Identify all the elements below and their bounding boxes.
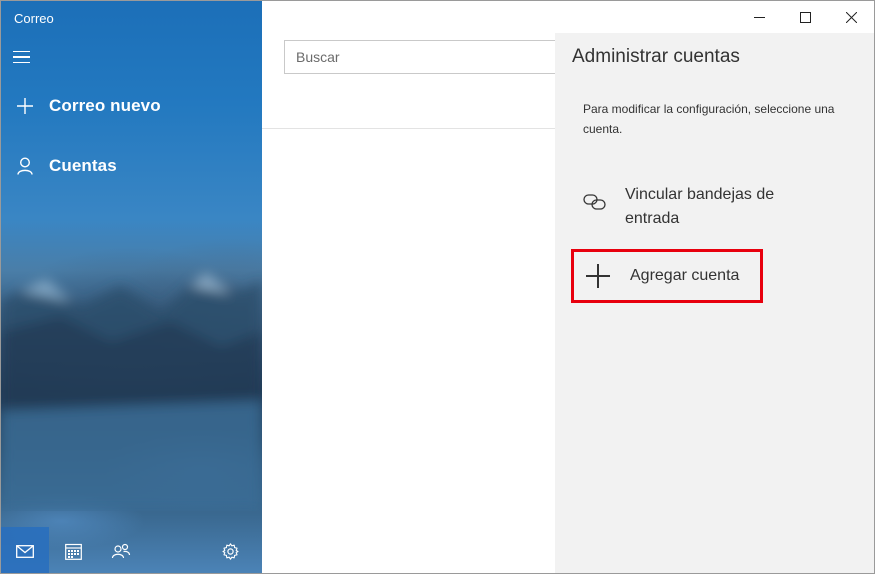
panel-description: Para modificar la configuración, selecci… — [583, 102, 835, 136]
hamburger-icon[interactable] — [13, 45, 39, 69]
accounts-button[interactable]: Cuentas — [1, 144, 262, 188]
plus-icon — [1, 98, 49, 114]
sidebar: Correo Correo nuevo Cuentas — [1, 1, 262, 573]
minimize-icon[interactable] — [736, 1, 782, 33]
bottom-app-bar — [1, 527, 262, 573]
close-icon[interactable] — [828, 1, 874, 33]
add-account-label: Agregar cuenta — [630, 267, 740, 284]
link-inboxes-label: Vincular bandejas de entrada — [625, 186, 775, 227]
people-icon[interactable] — [97, 527, 145, 573]
gear-icon[interactable] — [206, 527, 254, 573]
mountain-background — [1, 273, 262, 511]
maximize-icon[interactable] — [782, 1, 828, 33]
link-icon — [583, 193, 607, 216]
panel-title: Administrar cuentas — [572, 46, 740, 67]
link-inboxes-button[interactable]: Vincular bandejas de entrada — [583, 183, 853, 231]
divider — [262, 128, 555, 129]
add-account-button[interactable]: Agregar cuenta — [571, 249, 763, 303]
window-controls — [736, 1, 874, 33]
new-mail-label: Correo nuevo — [49, 96, 161, 115]
new-mail-button[interactable]: Correo nuevo — [1, 84, 262, 128]
message-list-pane: Buscar — [262, 1, 574, 573]
person-icon — [1, 157, 49, 175]
accounts-label: Cuentas — [49, 156, 117, 175]
manage-accounts-panel: Administrar cuentas Para modificar la co… — [555, 33, 874, 573]
mail-icon[interactable] — [1, 527, 49, 573]
app-title: Correo — [14, 11, 54, 26]
search-input[interactable]: Buscar — [284, 40, 574, 74]
calendar-icon[interactable] — [49, 527, 97, 573]
mail-app-window: Correo Correo nuevo Cuentas Buscar Admin… — [0, 0, 875, 574]
plus-icon — [586, 264, 610, 288]
